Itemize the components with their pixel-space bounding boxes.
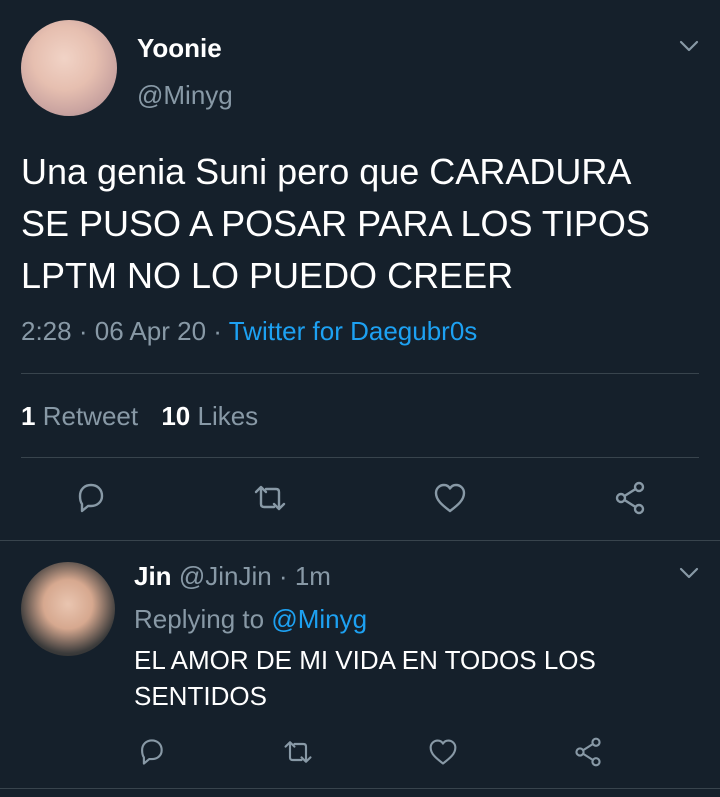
- retweets-count: 1: [21, 401, 36, 431]
- replying-prefix: Replying to: [134, 604, 265, 634]
- separator: ·: [213, 316, 222, 346]
- tweet-age: 1m: [294, 561, 331, 591]
- separator: ·: [278, 561, 288, 591]
- user-handle[interactable]: @JinJin: [179, 561, 272, 591]
- avatar[interactable]: [21, 562, 115, 656]
- likes-count: 10: [161, 401, 191, 431]
- reply-text: EL AMOR DE MI VIDA EN TODOS LOS SENTIDOS: [134, 642, 596, 714]
- reply-icon[interactable]: [135, 736, 167, 768]
- chevron-down-icon[interactable]: [678, 565, 700, 581]
- tweet-text: Una genia Suni pero que CARADURA SE PUSO…: [21, 146, 650, 302]
- display-name[interactable]: Yoonie: [137, 33, 222, 64]
- heart-icon[interactable]: [432, 481, 468, 515]
- share-icon[interactable]: [572, 736, 604, 768]
- chevron-down-icon[interactable]: [678, 38, 700, 54]
- likes-label: Likes: [197, 401, 259, 431]
- tweet-text-line: LPTM NO LO PUEDO CREER: [21, 255, 514, 296]
- divider: [21, 373, 699, 374]
- tweet-text-line: Una genia Suni pero que CARADURA: [21, 151, 632, 192]
- reply-header: Jin @JinJin · 1m: [134, 561, 331, 592]
- avatar[interactable]: [21, 20, 117, 116]
- reply-text-line: EL AMOR DE MI VIDA EN TODOS LOS: [134, 645, 596, 675]
- user-handle[interactable]: @Minyg: [137, 80, 233, 111]
- tweet-meta: 2:28 · 06 Apr 20 · Twitter for Daegubr0s: [21, 316, 477, 347]
- retweet-icon[interactable]: [280, 736, 316, 768]
- retweets-stat[interactable]: 1 Retweet: [21, 401, 145, 431]
- tweet-source-link[interactable]: Twitter for Daegubr0s: [229, 316, 478, 346]
- retweets-label: Retweet: [42, 401, 139, 431]
- tweet-stats: 1 Retweet 10 Likes: [21, 401, 258, 432]
- heart-icon[interactable]: [427, 737, 459, 767]
- replying-to: Replying to @Minyg: [134, 604, 367, 635]
- tweet-time: 2:28: [21, 316, 72, 346]
- divider: [21, 457, 699, 458]
- retweet-icon[interactable]: [250, 480, 290, 516]
- replying-to-link[interactable]: @Minyg: [271, 604, 367, 634]
- tweet-date: 06 Apr 20: [94, 316, 207, 346]
- tweet-text-line: SE PUSO A POSAR PARA LOS TIPOS: [21, 203, 650, 244]
- display-name[interactable]: Jin: [134, 561, 172, 591]
- separator: ·: [78, 316, 88, 346]
- divider: [0, 788, 720, 789]
- reply-text-line: SENTIDOS: [134, 681, 267, 711]
- likes-stat[interactable]: 10 Likes: [161, 401, 258, 431]
- reply-icon[interactable]: [72, 480, 108, 516]
- share-icon[interactable]: [612, 480, 648, 516]
- divider: [0, 540, 720, 541]
